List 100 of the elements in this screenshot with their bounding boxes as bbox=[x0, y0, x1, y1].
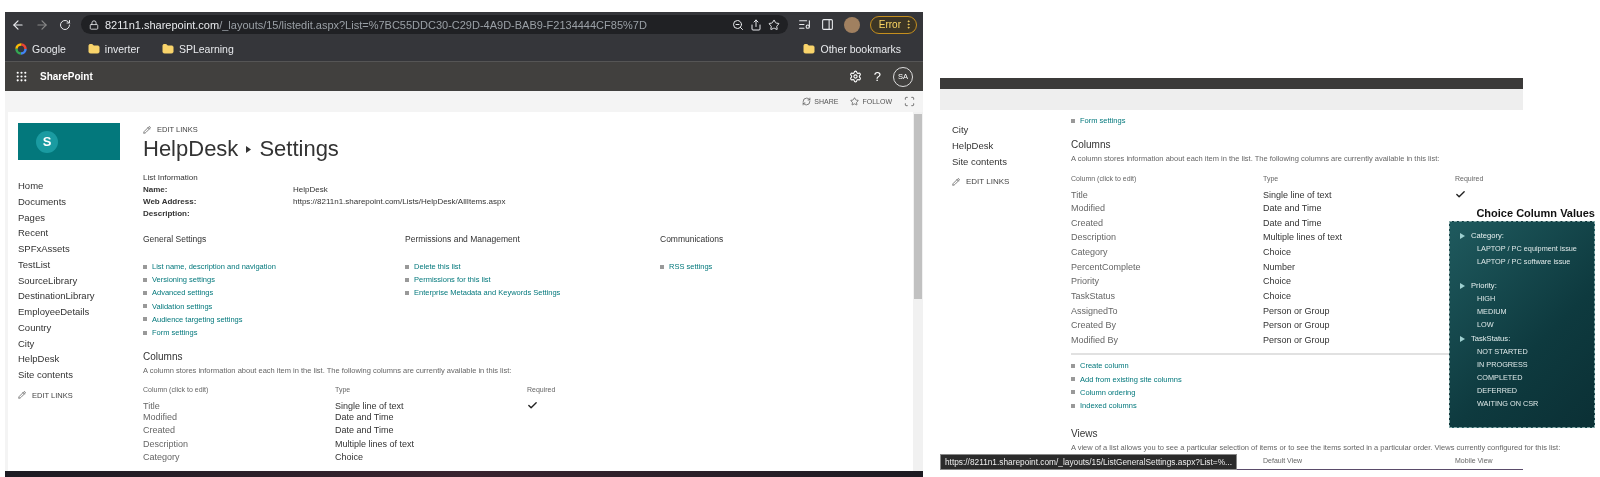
nav-item[interactable]: Documents bbox=[18, 193, 143, 210]
column-name-link[interactable]: Title bbox=[143, 400, 335, 411]
column-type: Person or Group bbox=[1263, 305, 1331, 316]
bullet-icon bbox=[143, 330, 147, 335]
bullet-icon bbox=[405, 291, 409, 295]
nav-item[interactable]: HelpDesk bbox=[952, 137, 1071, 154]
section-heading: List Information bbox=[143, 172, 199, 184]
column-type: Person or Group bbox=[1263, 335, 1331, 346]
triangle-bullet-icon bbox=[1460, 283, 1465, 289]
ring-logo-icon bbox=[15, 43, 27, 55]
column-type: Person or Group bbox=[1263, 320, 1331, 331]
logo-mark: S bbox=[36, 130, 58, 153]
bullet-icon bbox=[143, 277, 147, 282]
bullet-icon bbox=[143, 304, 147, 309]
profile-avatar[interactable] bbox=[843, 16, 860, 33]
breadcrumb-item[interactable]: HelpDesk bbox=[143, 136, 239, 162]
section-heading: Permissions and Management bbox=[405, 234, 521, 244]
nav-item[interactable]: EmployeeDetails bbox=[18, 304, 143, 320]
forward-icon[interactable] bbox=[35, 17, 49, 32]
bookmark-item[interactable]: inverter bbox=[87, 43, 140, 55]
app-launcher-icon[interactable] bbox=[15, 70, 28, 83]
column-type: Choice bbox=[1263, 291, 1292, 302]
nav-item[interactable]: City bbox=[18, 335, 143, 352]
section-heading: Views bbox=[1071, 428, 1099, 440]
column-type: Date and Time bbox=[335, 411, 395, 422]
bookmark-item[interactable]: SPLearning bbox=[161, 43, 234, 55]
address-bar[interactable]: 8211n1.sharepoint.com/_layouts/15/listedit.aspx?List=%7BC55DDC30-C29D-4A9D-BAB9-F2134444CF85%7D bbox=[81, 15, 788, 34]
section-heading: Columns bbox=[143, 351, 184, 363]
column-name-link[interactable]: Title bbox=[1071, 189, 1263, 200]
help-button[interactable]: ? bbox=[873, 69, 881, 84]
nav-item[interactable]: Recent bbox=[18, 225, 143, 242]
triangle-bullet-icon bbox=[1460, 233, 1465, 239]
zoom-icon[interactable] bbox=[731, 18, 744, 31]
field-value: HelpDesk bbox=[293, 184, 329, 196]
column-type: Date and Time bbox=[335, 425, 395, 436]
column-name-link[interactable]: PercentComplete bbox=[1071, 261, 1263, 272]
bookmark-item[interactable]: Google bbox=[15, 43, 66, 55]
bullet-icon bbox=[1071, 118, 1075, 123]
column-name-link[interactable]: Modified By bbox=[1071, 335, 1263, 346]
column-name-link[interactable]: Created bbox=[143, 425, 335, 436]
bullet-icon bbox=[143, 264, 147, 269]
bullet-icon bbox=[143, 317, 147, 322]
column-name-link[interactable]: Category bbox=[143, 452, 335, 463]
column-name-link[interactable]: Modified bbox=[143, 411, 335, 422]
edit-links-link[interactable]: EDIT LINKS bbox=[952, 177, 1071, 187]
section-heading: Communications bbox=[660, 234, 725, 244]
column-name-link[interactable]: Category bbox=[1071, 247, 1263, 257]
column-type: Choice bbox=[1263, 276, 1292, 287]
bullet-icon bbox=[143, 291, 147, 295]
section-heading: Columns bbox=[1071, 139, 1112, 151]
triangle-bullet-icon bbox=[1460, 336, 1465, 342]
field-label: Name: bbox=[143, 184, 169, 196]
error-button[interactable]: Error bbox=[869, 15, 917, 34]
nav-item[interactable]: City bbox=[952, 122, 1071, 138]
bullet-icon bbox=[1071, 390, 1075, 395]
nav-item[interactable]: Pages bbox=[18, 209, 143, 226]
folder-icon bbox=[803, 43, 816, 55]
bullet-icon bbox=[660, 264, 664, 269]
column-name-link[interactable]: AssignedTo bbox=[1071, 305, 1263, 316]
side-panel-icon[interactable] bbox=[820, 18, 834, 31]
focus-icon[interactable] bbox=[904, 96, 915, 107]
reload-icon[interactable] bbox=[59, 18, 71, 31]
column-type: Number bbox=[1263, 261, 1296, 272]
settings-icon[interactable] bbox=[848, 70, 862, 83]
nav-item[interactable]: Home bbox=[18, 178, 143, 194]
app-name[interactable]: SharePoint bbox=[40, 71, 93, 82]
field-label: Web Address: bbox=[143, 196, 198, 208]
share-icon[interactable] bbox=[749, 18, 762, 31]
nav-item[interactable]: Site contents bbox=[18, 367, 143, 383]
bookmark-item[interactable]: Other bookmarks bbox=[803, 43, 901, 55]
nav-item[interactable]: Country bbox=[18, 319, 143, 336]
column-name-link[interactable]: Description bbox=[143, 438, 335, 449]
star-icon[interactable] bbox=[767, 18, 780, 31]
column-name-link[interactable]: Modified bbox=[1071, 202, 1263, 213]
column-name-link[interactable]: TaskStatus bbox=[1071, 291, 1263, 302]
star-icon bbox=[850, 97, 860, 106]
column-type: Single line of text bbox=[335, 400, 405, 411]
folder-icon bbox=[161, 43, 174, 55]
nav-item[interactable]: DestinationLibrary bbox=[18, 288, 143, 305]
bullet-icon bbox=[405, 277, 409, 282]
pencil-icon bbox=[18, 391, 26, 400]
nav-item[interactable]: TestList bbox=[18, 256, 143, 273]
column-name-link[interactable]: Priority bbox=[1071, 276, 1263, 287]
status-url-tooltip: https://8211n1.sharepoint.com/_layouts/15/ListGeneralSettings.aspx?List=%... bbox=[940, 454, 1237, 470]
media-icon[interactable] bbox=[797, 18, 811, 31]
nav-item[interactable]: SourceLibrary bbox=[18, 272, 143, 289]
column-type: Single line of text bbox=[1263, 189, 1333, 200]
breadcrumb-item[interactable]: Settings bbox=[259, 136, 339, 162]
bullet-icon bbox=[405, 264, 409, 269]
nav-item[interactable]: SPFxAssets bbox=[18, 241, 143, 257]
nav-item[interactable]: HelpDesk bbox=[18, 351, 143, 368]
column-name-link[interactable]: Created bbox=[1071, 217, 1263, 228]
nav-item[interactable]: Site contents bbox=[952, 153, 1071, 170]
column-name-link[interactable]: Description bbox=[1071, 232, 1263, 243]
field-value: https://8211n1.sharepoint.com/Lists/HelpDesk/AllItems.aspx bbox=[293, 196, 507, 208]
column-name-link[interactable]: Created By bbox=[1071, 320, 1263, 331]
pencil-icon bbox=[952, 177, 960, 186]
back-icon[interactable] bbox=[11, 17, 25, 32]
column-type: Multiple lines of text bbox=[1263, 232, 1344, 243]
bullet-icon bbox=[1071, 364, 1075, 369]
